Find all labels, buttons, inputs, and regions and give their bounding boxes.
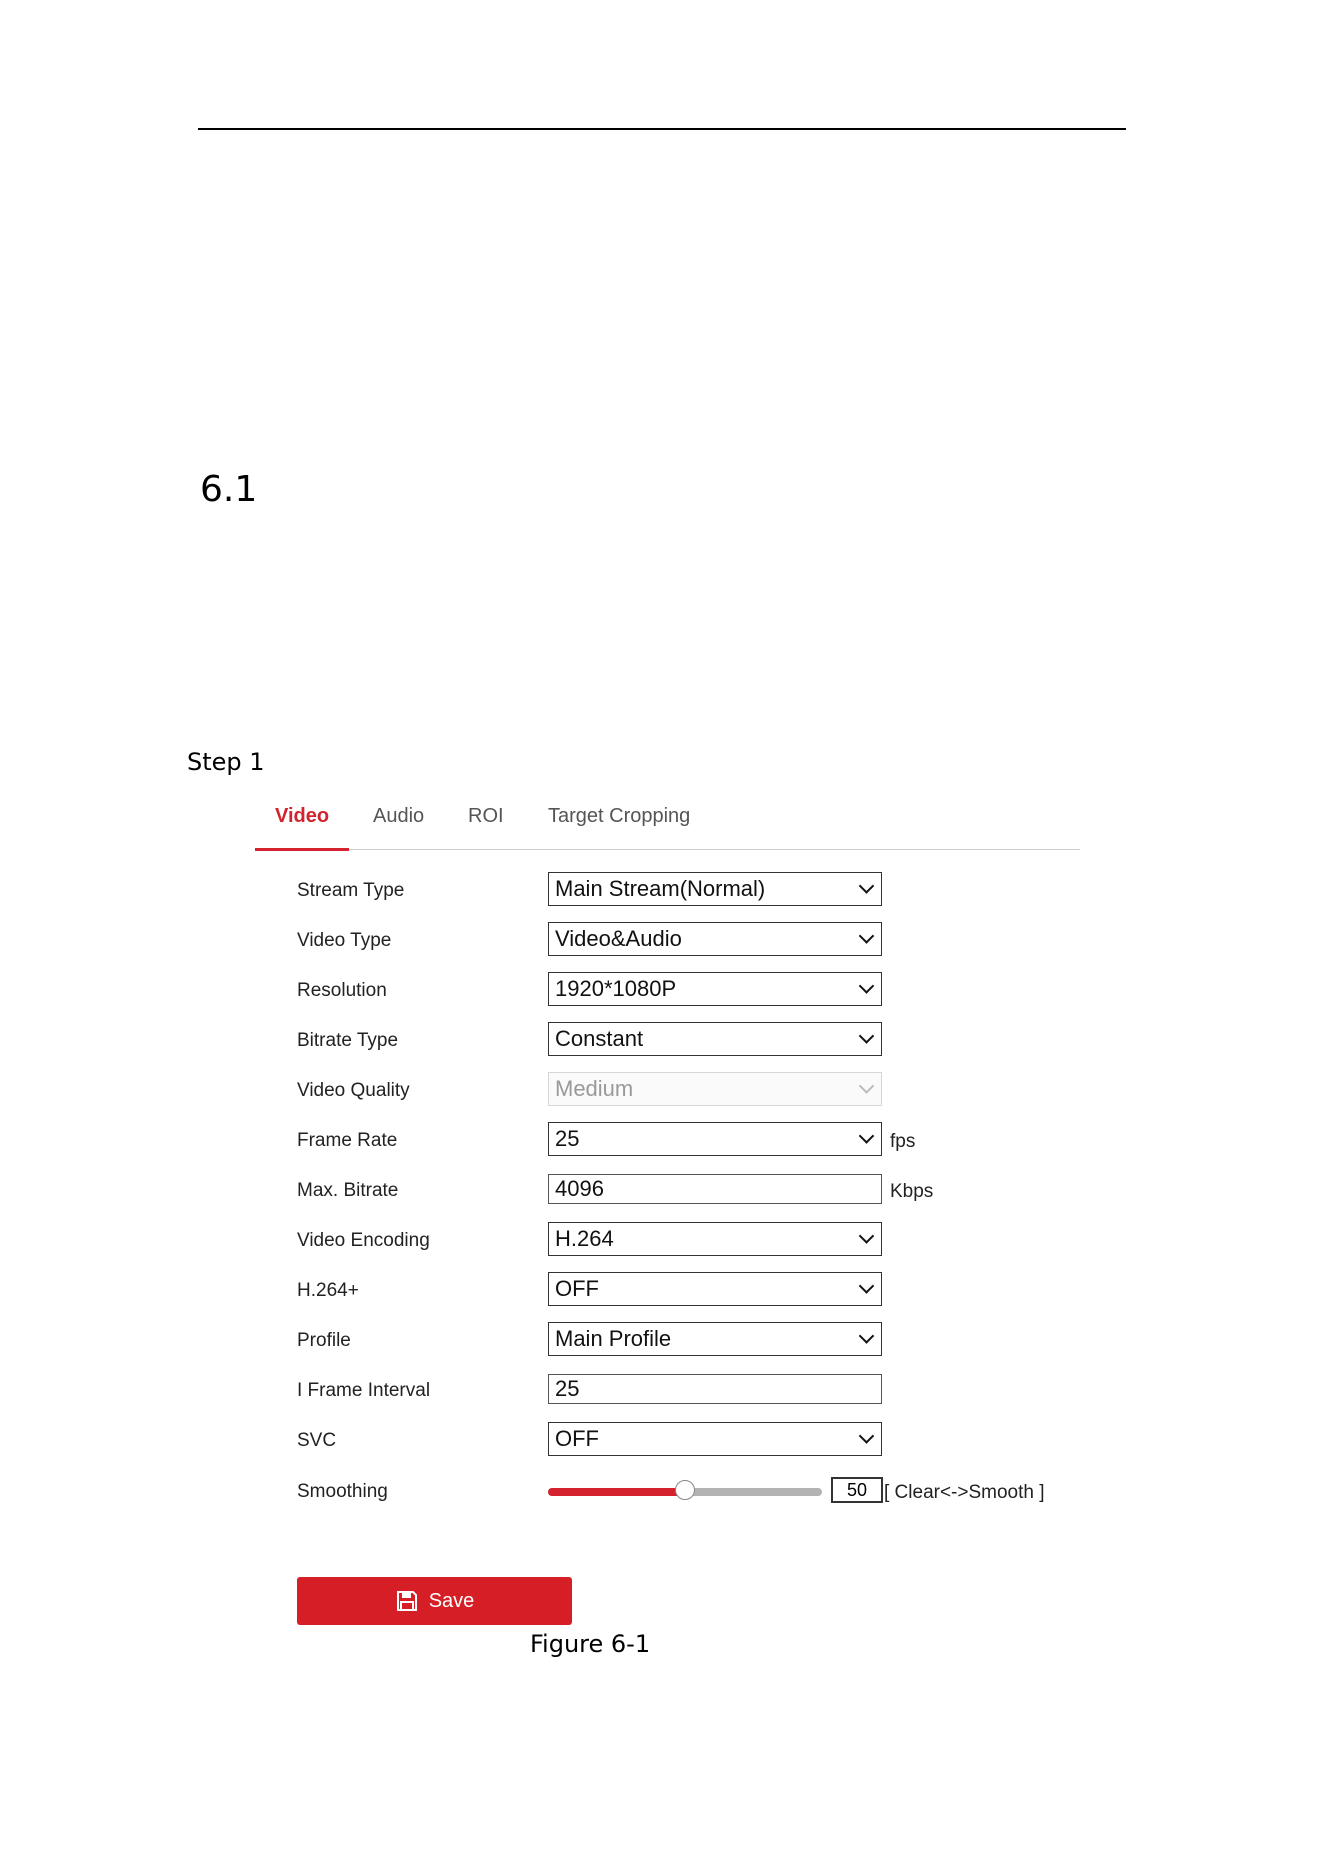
resolution-select[interactable]: 1920*1080P <box>548 972 882 1006</box>
section-number: 6.1 <box>200 469 258 510</box>
row-profile: Profile Main Profile <box>297 1322 1077 1358</box>
smoothing-slider-fill <box>548 1488 685 1496</box>
row-bitrate-type: Bitrate Type Constant <box>297 1022 1077 1058</box>
resolution-label: Resolution <box>297 980 387 1001</box>
bitrate-type-select[interactable]: Constant <box>548 1022 882 1056</box>
video-encoding-label: Video Encoding <box>297 1230 430 1251</box>
row-max-bitrate: Max. Bitrate 4096 Kbps <box>297 1172 1077 1208</box>
row-video-quality: Video Quality Medium <box>297 1072 1077 1108</box>
tab-roi[interactable]: ROI <box>468 805 504 828</box>
chevron-down-icon <box>858 1128 875 1144</box>
row-smoothing: Smoothing 50 [ Clear<->Smooth ] <box>297 1473 1077 1509</box>
resolution-value: 1920*1080P <box>555 976 677 1001</box>
frame-rate-value: 25 <box>555 1126 580 1151</box>
chevron-down-icon <box>858 1228 875 1244</box>
video-quality-label: Video Quality <box>297 1080 410 1101</box>
video-quality-value: Medium <box>555 1076 634 1101</box>
stream-type-label: Stream Type <box>297 880 405 901</box>
tab-audio[interactable]: Audio <box>373 805 424 828</box>
frame-rate-label: Frame Rate <box>297 1130 398 1151</box>
i-frame-interval-label: I Frame Interval <box>297 1380 431 1401</box>
chevron-down-icon <box>858 1028 875 1044</box>
row-resolution: Resolution 1920*1080P <box>297 972 1077 1008</box>
row-video-encoding: Video Encoding H.264 <box>297 1222 1077 1258</box>
svc-label: SVC <box>297 1430 337 1451</box>
bitrate-type-value: Constant <box>555 1026 644 1051</box>
row-svc: SVC OFF <box>297 1422 1077 1458</box>
h264-plus-label: H.264+ <box>297 1280 359 1301</box>
bitrate-type-label: Bitrate Type <box>297 1030 399 1051</box>
chevron-down-icon <box>858 1278 875 1294</box>
chevron-down-icon <box>858 1328 875 1344</box>
chevron-down-icon <box>858 878 875 894</box>
stream-type-select[interactable]: Main Stream(Normal) <box>548 872 882 906</box>
save-button[interactable]: Save <box>297 1577 572 1625</box>
smoothing-value-input[interactable]: 50 <box>831 1477 883 1503</box>
video-type-value: Video&Audio <box>555 926 682 951</box>
row-video-type: Video Type Video&Audio <box>297 922 1077 958</box>
h264-plus-select[interactable]: OFF <box>548 1272 882 1306</box>
tab-target-cropping[interactable]: Target Cropping <box>548 805 690 828</box>
active-tab-indicator <box>255 848 349 851</box>
svc-value: OFF <box>555 1426 599 1451</box>
frame-rate-unit: fps <box>890 1131 916 1152</box>
smoothing-slider-handle[interactable] <box>675 1480 695 1500</box>
chevron-down-icon <box>858 978 875 994</box>
video-encoding-select[interactable]: H.264 <box>548 1222 882 1256</box>
h264-plus-value: OFF <box>555 1276 599 1301</box>
save-icon <box>396 1591 417 1611</box>
profile-value: Main Profile <box>555 1326 672 1351</box>
max-bitrate-unit: Kbps <box>890 1181 934 1202</box>
tab-video[interactable]: Video <box>275 805 329 828</box>
settings-tab-bar: Video Audio ROI Target Cropping <box>255 795 1080 851</box>
max-bitrate-input[interactable]: 4096 <box>548 1174 882 1204</box>
figure-caption: Figure 6-1 <box>530 1630 651 1658</box>
chevron-down-icon <box>858 1428 875 1444</box>
frame-rate-select[interactable]: 25 <box>548 1122 882 1156</box>
video-encoding-value: H.264 <box>555 1226 614 1251</box>
profile-select[interactable]: Main Profile <box>548 1322 882 1356</box>
row-h264-plus: H.264+ OFF <box>297 1272 1077 1308</box>
video-type-label: Video Type <box>297 930 392 951</box>
chevron-down-icon <box>858 1078 875 1094</box>
profile-label: Profile <box>297 1330 351 1351</box>
chevron-down-icon <box>858 928 875 944</box>
step-label: Step 1 <box>187 748 265 776</box>
save-button-label: Save <box>428 1589 475 1612</box>
video-type-select[interactable]: Video&Audio <box>548 922 882 956</box>
row-i-frame-interval: I Frame Interval 25 <box>297 1372 1077 1408</box>
smoothing-label: Smoothing <box>297 1481 388 1502</box>
row-frame-rate: Frame Rate 25 fps <box>297 1122 1077 1158</box>
svc-select[interactable]: OFF <box>548 1422 882 1456</box>
smoothing-range-hint: [ Clear<->Smooth ] <box>884 1482 1045 1503</box>
page-header-rule <box>198 128 1126 130</box>
row-stream-type: Stream Type Main Stream(Normal) <box>297 872 1077 908</box>
stream-type-value: Main Stream(Normal) <box>555 876 766 901</box>
max-bitrate-label: Max. Bitrate <box>297 1180 399 1201</box>
video-quality-select: Medium <box>548 1072 882 1106</box>
i-frame-interval-input[interactable]: 25 <box>548 1374 882 1404</box>
